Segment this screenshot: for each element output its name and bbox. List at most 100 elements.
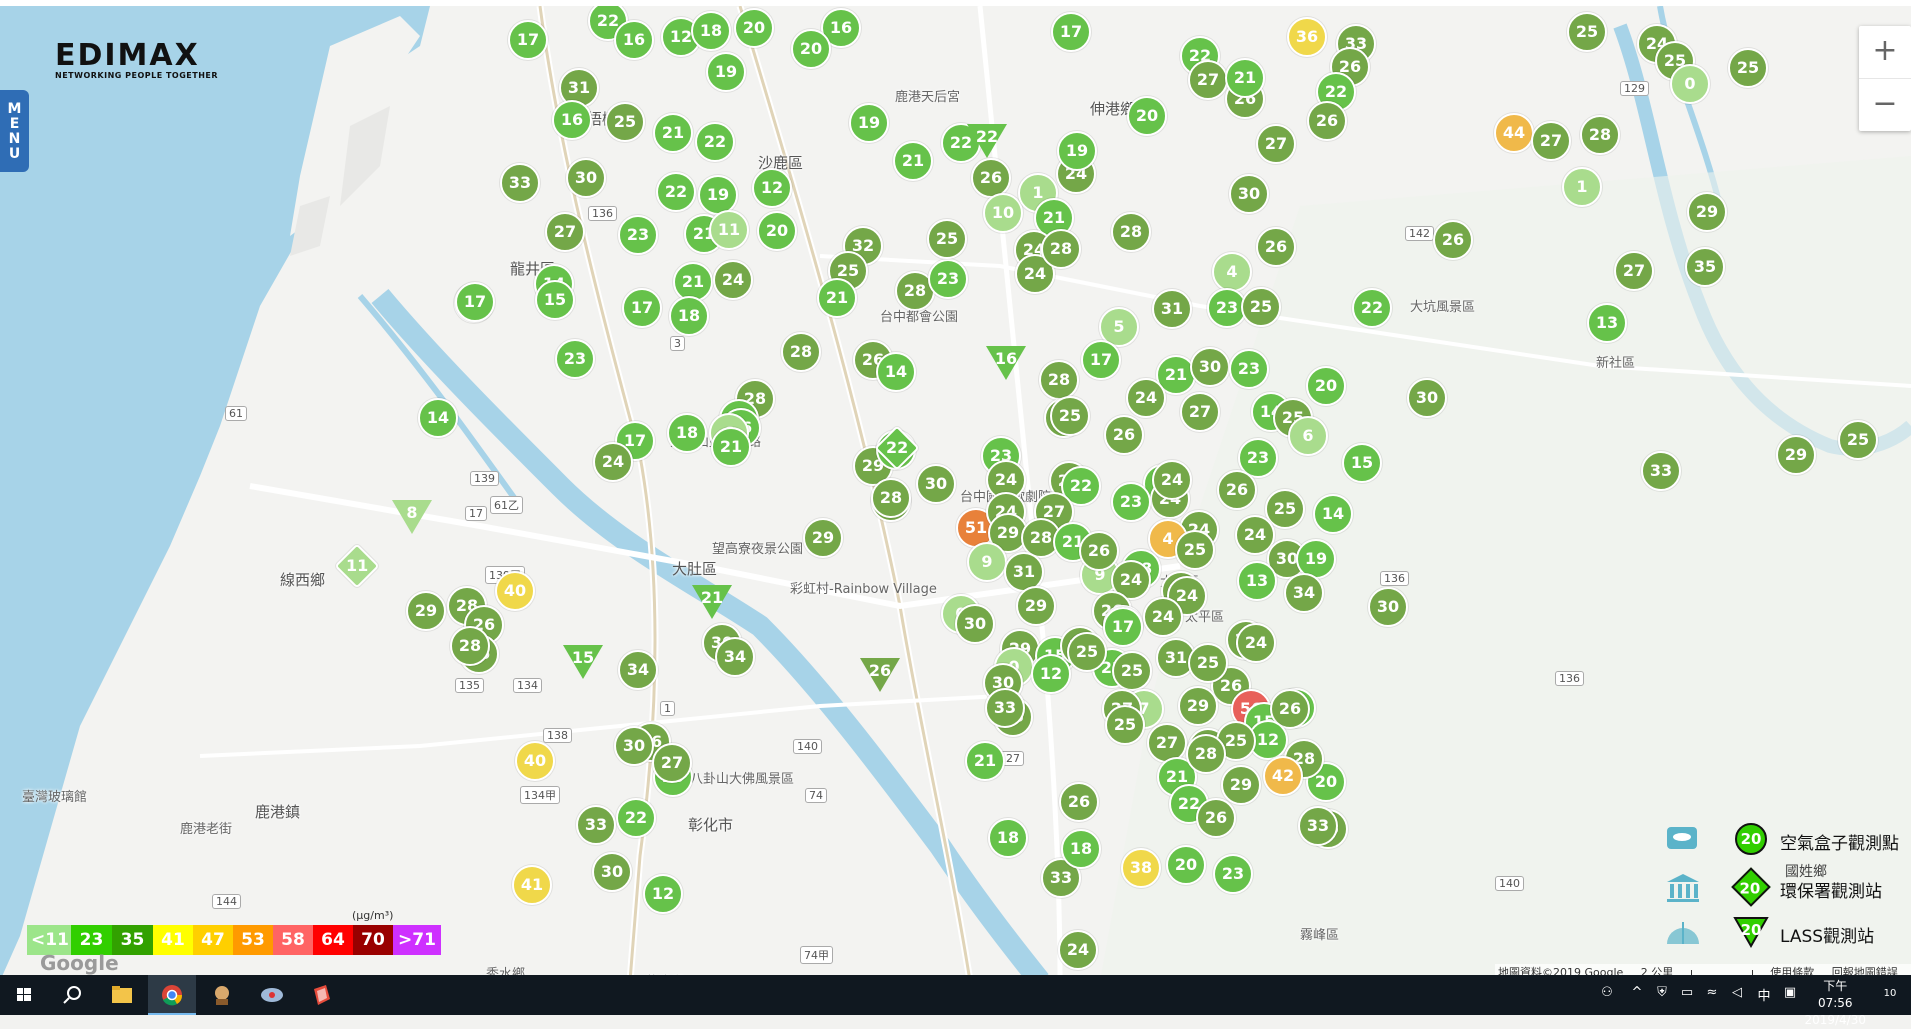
airbox-marker[interactable]: 41 (512, 865, 552, 905)
lass-station-marker[interactable]: 15 (563, 645, 603, 681)
airbox-marker[interactable]: 18 (691, 11, 731, 51)
airbox-marker[interactable]: 30 (614, 726, 654, 766)
airbox-marker[interactable]: 19 (849, 103, 889, 143)
air-quality-map[interactable]: 龍井區沙鹿區梧棲區伸港鄉線西鄉鹿港鎮大肚區大肚山藍色公路望高寮夜景公園彩虹村-R… (0, 0, 1911, 975)
airbox-marker[interactable]: 15 (535, 280, 575, 320)
airbox-marker[interactable]: 17 (508, 20, 548, 60)
airbox-marker[interactable]: 20 (1306, 366, 1346, 406)
airbox-marker[interactable]: 29 (1221, 765, 1261, 805)
airbox-marker[interactable]: 30 (592, 852, 632, 892)
airbox-marker[interactable]: 17 (1051, 12, 1091, 52)
airbox-marker[interactable]: 25 (1241, 287, 1281, 327)
airbox-marker[interactable]: 25 (1728, 48, 1768, 88)
airbox-marker[interactable]: 26 (1217, 470, 1257, 510)
lass-station-marker[interactable]: 16 (986, 346, 1026, 382)
airbox-marker[interactable]: 6 (1288, 416, 1328, 456)
airbox-marker[interactable]: 25 (1105, 705, 1145, 745)
airbox-marker[interactable]: 19 (698, 175, 738, 215)
airbox-marker[interactable]: 40 (515, 741, 555, 781)
airbox-marker[interactable]: 30 (1190, 347, 1230, 387)
report-error-link[interactable]: 回報地圖錯誤 (1832, 966, 1898, 975)
airbox-marker[interactable]: 33 (576, 805, 616, 845)
notification-center-icon[interactable]: 10 (1877, 985, 1903, 1003)
airbox-marker[interactable]: 23 (618, 215, 658, 255)
airbox-marker[interactable]: 28 (1039, 360, 1079, 400)
airbox-marker[interactable]: 27 (1531, 121, 1571, 161)
airbox-marker[interactable]: 38 (1121, 848, 1161, 888)
keyboard-icon[interactable]: ▣ (1781, 985, 1799, 1003)
airbox-marker[interactable]: 22 (656, 172, 696, 212)
airbox-marker[interactable]: 29 (1178, 686, 1218, 726)
airbox-marker[interactable]: 14 (418, 398, 458, 438)
airbox-marker[interactable]: 27 (1180, 392, 1220, 432)
airbox-marker[interactable]: 34 (618, 650, 658, 690)
airbox-marker[interactable]: 33 (1641, 451, 1681, 491)
airbox-marker[interactable]: 31 (1152, 289, 1192, 329)
airbox-marker[interactable]: 28 (1111, 212, 1151, 252)
airbox-marker[interactable]: 25 (1188, 643, 1228, 683)
airbox-marker[interactable]: 21 (893, 141, 933, 181)
airbox-marker[interactable]: 30 (1229, 174, 1269, 214)
airbox-marker[interactable]: 13 (1587, 303, 1627, 343)
airbox-marker[interactable]: 21 (1225, 58, 1265, 98)
airbox-marker[interactable]: 26 (971, 158, 1011, 198)
airbox-marker[interactable]: 27 (1188, 60, 1228, 100)
airbox-marker[interactable]: 9 (967, 542, 1007, 582)
airbox-marker[interactable]: 18 (669, 296, 709, 336)
airbox-marker[interactable]: 17 (622, 288, 662, 328)
terms-link[interactable]: 使用條款 (1770, 966, 1814, 975)
airbox-marker[interactable]: 22 (695, 122, 735, 162)
airbox-marker[interactable]: 14 (876, 352, 916, 392)
airbox-marker[interactable]: 17 (455, 282, 495, 322)
airbox-marker[interactable]: 26 (1307, 101, 1347, 141)
airbox-marker[interactable]: 30 (916, 464, 956, 504)
airbox-marker[interactable]: 22 (616, 798, 656, 838)
airbox-marker[interactable]: 28 (871, 478, 911, 518)
airbox-marker[interactable]: 29 (406, 591, 446, 631)
airbox-marker[interactable]: 44 (1494, 113, 1534, 153)
airbox-marker[interactable]: 13 (1237, 561, 1277, 601)
airbox-marker[interactable]: 29 (1687, 192, 1727, 232)
ime-indicator[interactable]: 中 (1755, 985, 1773, 1004)
airbox-marker[interactable]: 30 (955, 604, 995, 644)
airbox-marker[interactable]: 15 (1342, 443, 1382, 483)
chevron-up-icon[interactable]: ^ (1628, 985, 1646, 1003)
app-button-2[interactable] (248, 975, 296, 1015)
wifi-icon[interactable]: ≈ (1703, 985, 1721, 1003)
airbox-marker[interactable]: 20 (791, 29, 831, 69)
airbox-marker[interactable]: 16 (614, 20, 654, 60)
airbox-marker[interactable]: 21 (965, 741, 1005, 781)
airbox-marker[interactable]: 27 (1256, 124, 1296, 164)
airbox-marker[interactable]: 1 (1562, 167, 1602, 207)
zoom-out-button[interactable]: − (1859, 79, 1911, 131)
airbox-marker[interactable]: 24 (1152, 460, 1192, 500)
app-button-1[interactable] (198, 975, 246, 1015)
airbox-marker[interactable]: 24 (713, 260, 753, 300)
airbox-marker[interactable]: 4 (1212, 252, 1252, 292)
airbox-marker[interactable]: 25 (1175, 530, 1215, 570)
airbox-marker[interactable]: 19 (1057, 131, 1097, 171)
airbox-marker[interactable]: 26 (1433, 220, 1473, 260)
airbox-marker[interactable]: 12 (643, 874, 683, 914)
airbox-marker[interactable]: 12 (1031, 654, 1071, 694)
airbox-marker[interactable]: 25 (1050, 396, 1090, 436)
edimax-logo[interactable]: EDIMAX NETWORKING PEOPLE TOGETHER (55, 41, 218, 81)
airbox-marker[interactable]: 33 (1298, 806, 1338, 846)
airbox-marker[interactable]: 27 (545, 212, 585, 252)
airbox-marker[interactable]: 40 (495, 571, 535, 611)
airbox-marker[interactable]: 27 (652, 743, 692, 783)
airbox-marker[interactable]: 0 (1670, 64, 1710, 104)
chrome-button[interactable] (148, 975, 196, 1015)
airbox-marker[interactable]: 34 (1284, 573, 1324, 613)
people-icon[interactable]: ⚇ (1598, 985, 1616, 1003)
airbox-marker[interactable]: 26 (1196, 798, 1236, 838)
airbox-marker[interactable]: 28 (1041, 229, 1081, 269)
airbox-marker[interactable]: 10 (983, 193, 1023, 233)
airbox-marker[interactable]: 24 (1058, 930, 1098, 970)
airbox-marker[interactable]: 25 (605, 102, 645, 142)
airbox-marker[interactable]: 17 (1103, 607, 1143, 647)
airbox-marker[interactable]: 21 (711, 427, 751, 467)
airbox-marker[interactable]: 14 (1313, 494, 1353, 534)
zoom-in-button[interactable]: + (1859, 26, 1911, 79)
airbox-marker[interactable]: 42 (1263, 756, 1303, 796)
